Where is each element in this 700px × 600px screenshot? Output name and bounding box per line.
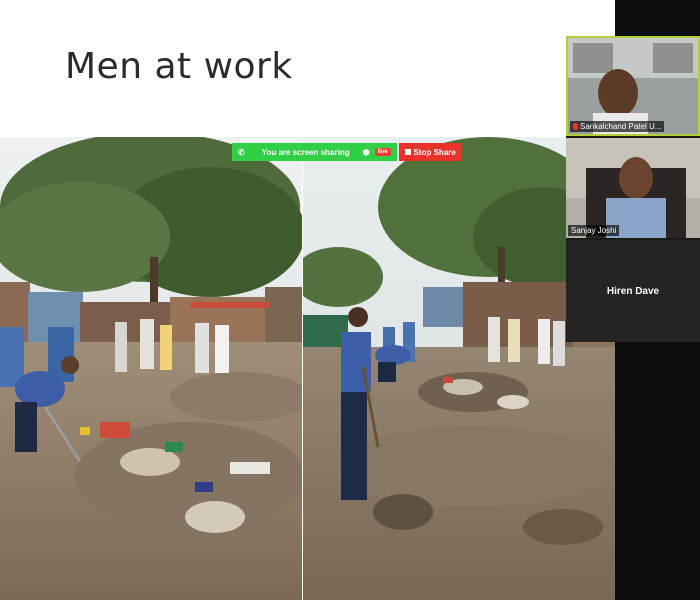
phone-icon: ✆ bbox=[238, 147, 245, 157]
stop-share-button[interactable]: Stop Share bbox=[398, 143, 462, 161]
shield-icon: ⬢ bbox=[362, 147, 370, 157]
participant-tile[interactable]: Hiren Dave bbox=[566, 240, 700, 342]
participant-name: Sankalchand Patel U... bbox=[580, 122, 662, 131]
sharing-indicator: ✆ You are screen sharing ⬢ live bbox=[232, 143, 397, 161]
participant-name: Sanjay Joshi bbox=[571, 226, 617, 235]
participant-name-tag: Sanjay Joshi bbox=[568, 225, 620, 236]
participant-video bbox=[566, 138, 700, 238]
mic-muted-icon bbox=[573, 123, 578, 130]
live-badge: live bbox=[374, 148, 391, 156]
participant-name-tag: Sankalchand Patel U... bbox=[570, 121, 665, 132]
participant-tile[interactable]: Sankalchand Patel U... bbox=[566, 36, 700, 136]
stop-share-label: Stop Share bbox=[413, 147, 456, 157]
participant-video bbox=[568, 38, 698, 134]
screen-share-banner: ✆ You are screen sharing ⬢ live Stop Sha… bbox=[232, 143, 462, 161]
photo-left bbox=[0, 137, 302, 600]
slide-title: Men at work bbox=[65, 46, 293, 87]
stop-icon bbox=[404, 149, 411, 155]
participant-name: Hiren Dave bbox=[606, 285, 660, 297]
participants-panel: Sankalchand Patel U... Sanjay Joshi Hire… bbox=[566, 36, 700, 342]
participant-tile[interactable]: Sanjay Joshi bbox=[566, 138, 700, 238]
presentation-slide: Men at work ✆ You are screen sharing ⬢ l… bbox=[0, 0, 615, 600]
sharing-text: You are screen sharing bbox=[261, 147, 350, 157]
